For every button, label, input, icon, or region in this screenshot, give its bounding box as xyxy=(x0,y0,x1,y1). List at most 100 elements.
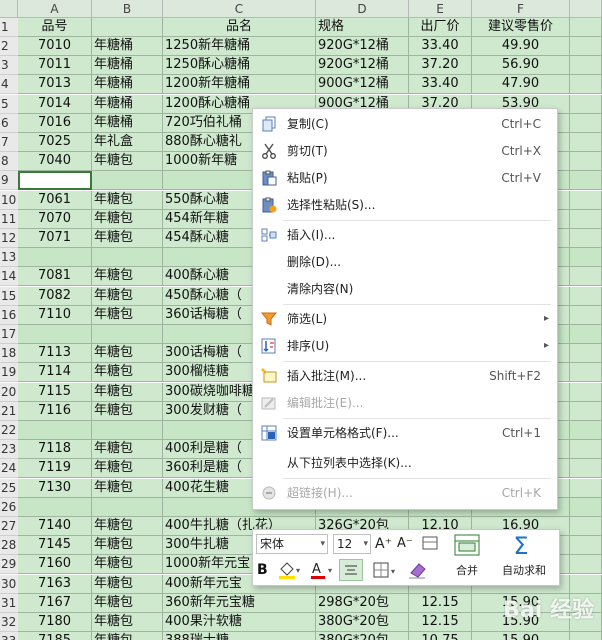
row-header[interactable]: 20 xyxy=(0,383,18,402)
fill-color-button[interactable]: ▾ xyxy=(277,559,303,581)
header-cell-empty[interactable] xyxy=(570,18,602,37)
row-header[interactable]: 27 xyxy=(0,517,18,536)
cell-empty[interactable] xyxy=(570,402,602,421)
cell-name[interactable]: 1250新年糖桶 xyxy=(163,37,316,56)
empty-separator-cell[interactable] xyxy=(18,325,92,344)
cell-sku[interactable]: 7167 xyxy=(18,594,92,613)
column-header-d[interactable]: D xyxy=(316,0,409,18)
row-header[interactable]: 24 xyxy=(0,459,18,478)
empty-separator-cell[interactable] xyxy=(570,498,602,517)
cell-retail-price[interactable]: 49.90 xyxy=(472,37,570,56)
row-header[interactable]: 30 xyxy=(0,575,18,594)
row-header[interactable]: 18 xyxy=(0,344,18,363)
row-header[interactable]: 10 xyxy=(0,191,18,210)
empty-separator-cell[interactable] xyxy=(18,171,92,190)
cell-sku[interactable]: 7130 xyxy=(18,479,92,498)
cell-sku[interactable]: 7163 xyxy=(18,575,92,594)
cell-category[interactable]: 年糖包 xyxy=(92,536,163,555)
row-header[interactable]: 25 xyxy=(0,479,18,498)
cell-sku[interactable]: 7014 xyxy=(18,95,92,114)
cell-category[interactable]: 年糖包 xyxy=(92,344,163,363)
cell-sku[interactable]: 7082 xyxy=(18,287,92,306)
menu-item-pick-from-list[interactable]: 从下拉列表中选择(K)... xyxy=(253,450,557,476)
cell-empty[interactable] xyxy=(570,229,602,248)
menu-item-hyperlink[interactable]: 超链接(H)... Ctrl+K xyxy=(253,480,557,506)
cell-category[interactable]: 年礼盒 xyxy=(92,133,163,152)
cell-empty[interactable] xyxy=(570,133,602,152)
cell-retail-price[interactable]: 47.90 xyxy=(472,75,570,94)
menu-item-paste[interactable]: 粘贴(P) Ctrl+V xyxy=(253,165,557,191)
cell-sku[interactable]: 7114 xyxy=(18,363,92,382)
cell-category[interactable]: 年糖包 xyxy=(92,383,163,402)
row-header[interactable]: 6 xyxy=(0,114,18,133)
cell-empty[interactable] xyxy=(570,191,602,210)
font-size-select[interactable]: 12 ▾ xyxy=(333,534,371,554)
cell-category[interactable]: 年糖包 xyxy=(92,191,163,210)
shrink-font-button[interactable]: A⁻ xyxy=(397,534,417,554)
cell-empty[interactable] xyxy=(570,363,602,382)
row-header[interactable]: 12 xyxy=(0,229,18,248)
cell-category[interactable]: 年糖包 xyxy=(92,152,163,171)
menu-item-filter[interactable]: 筛选(L) ▸ xyxy=(253,306,557,332)
cell-empty[interactable] xyxy=(570,37,602,56)
cell-sku[interactable]: 7110 xyxy=(18,306,92,325)
empty-separator-cell[interactable] xyxy=(18,421,92,440)
row-header[interactable]: 13 xyxy=(0,248,18,267)
cell-sku[interactable]: 7061 xyxy=(18,191,92,210)
row-header[interactable]: 32 xyxy=(0,613,18,632)
cell-sku[interactable]: 7145 xyxy=(18,536,92,555)
cell-sku[interactable]: 7118 xyxy=(18,440,92,459)
empty-separator-cell[interactable] xyxy=(18,248,92,267)
cell-factory-price[interactable]: 12.15 xyxy=(409,594,472,613)
row-header[interactable]: 11 xyxy=(0,210,18,229)
cell-category[interactable]: 年糖包 xyxy=(92,594,163,613)
cell-category[interactable]: 年糖包 xyxy=(92,402,163,421)
row-header[interactable]: 15 xyxy=(0,287,18,306)
cell-category[interactable]: 年糖包 xyxy=(92,632,163,640)
column-header-a[interactable]: A xyxy=(18,0,92,18)
cell-category[interactable]: 年糖包 xyxy=(92,440,163,459)
cell-name[interactable]: 388瑞士糖 xyxy=(163,632,316,640)
format-painter-small-button[interactable] xyxy=(421,534,439,552)
row-header[interactable]: 28 xyxy=(0,536,18,555)
row-header[interactable]: 5 xyxy=(0,95,18,114)
menu-item-insert-comment[interactable]: 插入批注(M)... Shift+F2 xyxy=(253,363,557,389)
menu-item-copy[interactable]: 复制(C) Ctrl+C xyxy=(253,111,557,137)
row-header[interactable]: 23 xyxy=(0,440,18,459)
cell-empty[interactable] xyxy=(570,536,602,555)
cell-retail-price[interactable]: 56.90 xyxy=(472,56,570,75)
cell-category[interactable]: 年糖桶 xyxy=(92,37,163,56)
cell-empty[interactable] xyxy=(570,383,602,402)
row-header[interactable]: 19 xyxy=(0,363,18,382)
cell-name[interactable]: 1200新年糖桶 xyxy=(163,75,316,94)
cell-category[interactable]: 年糖包 xyxy=(92,210,163,229)
cell-sku[interactable]: 7160 xyxy=(18,555,92,574)
cell-empty[interactable] xyxy=(570,440,602,459)
cell-empty[interactable] xyxy=(570,210,602,229)
row-header[interactable]: 22 xyxy=(0,421,18,440)
menu-item-edit-comment[interactable]: 编辑批注(E)... xyxy=(253,390,557,416)
row-header[interactable]: 16 xyxy=(0,306,18,325)
header-cell-spec[interactable]: 规格 xyxy=(316,18,409,37)
row-header[interactable]: 2 xyxy=(0,37,18,56)
menu-item-insert[interactable]: 插入(I)... xyxy=(253,222,557,248)
cell-retail-price[interactable]: 15.90 xyxy=(472,632,570,640)
row-header[interactable]: 3 xyxy=(0,56,18,75)
column-header-f[interactable]: F xyxy=(472,0,570,18)
row-header[interactable]: 26 xyxy=(0,498,18,517)
cell-empty[interactable] xyxy=(570,632,602,640)
border-button[interactable]: ▾ xyxy=(371,559,401,581)
empty-separator-cell[interactable] xyxy=(570,325,602,344)
grow-font-button[interactable]: A⁺ xyxy=(375,534,395,554)
cell-name[interactable]: 400果汁软糖 xyxy=(163,613,316,632)
cell-sku[interactable]: 7081 xyxy=(18,267,92,286)
cell-category[interactable]: 年糖桶 xyxy=(92,75,163,94)
row-header[interactable]: 31 xyxy=(0,594,18,613)
align-button[interactable] xyxy=(339,559,363,581)
cell-category[interactable]: 年糖包 xyxy=(92,306,163,325)
empty-separator-cell[interactable] xyxy=(92,498,163,517)
cell-empty[interactable] xyxy=(570,152,602,171)
cell-empty[interactable] xyxy=(570,56,602,75)
cell-empty[interactable] xyxy=(570,306,602,325)
empty-separator-cell[interactable] xyxy=(570,171,602,190)
